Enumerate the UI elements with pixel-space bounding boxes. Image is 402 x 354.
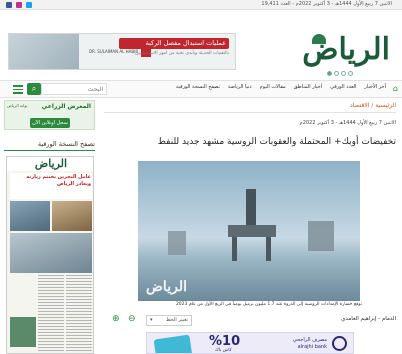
oil-rig-shape: [224, 189, 280, 261]
sidebar-ad[interactable]: بوابة الرياض المعرض الزراعي سجل اونلاين …: [4, 100, 95, 130]
ad-title: عمليات استبدال مفصل الركبة: [119, 38, 229, 49]
nav-item-articles[interactable]: مقالات اليوم: [260, 84, 286, 90]
article-image[interactable]: الرياض: [138, 161, 360, 301]
main-nav: ⌕ ⌂ آخر الأخبار العدد الورقي أخبار المنا…: [0, 80, 402, 98]
instagram-icon[interactable]: [16, 2, 22, 8]
breadcrumb-separator: /: [371, 102, 374, 109]
slider-dot[interactable]: [327, 71, 332, 76]
newspaper-thumbnail[interactable]: الرياض عامل البحرين يختتم زيارته ويغادر …: [6, 156, 94, 354]
breadcrumb-divider: [104, 112, 396, 113]
search-icon: ⌕: [31, 84, 37, 93]
paper-text-column: [66, 275, 92, 351]
logo-text: الرياض: [302, 32, 390, 67]
article-tools: ⊕ ⊖ ▾ تغيير الخط الدمام - إبراهيم الغامد…: [104, 314, 396, 326]
article-date: الاثنين 7 ربيع الأول 1444هـ - 3 أكتوبر 2…: [299, 120, 396, 126]
chevron-down-icon: ▾: [150, 317, 153, 323]
nav-item-latest[interactable]: آخر الأخبار: [364, 84, 386, 90]
nav-item-sports[interactable]: دنيا الرياضة: [228, 84, 252, 90]
nav-item-print-issue[interactable]: العدد الورقي: [330, 84, 356, 90]
slider-dot[interactable]: [341, 71, 346, 76]
breadcrumb: الرئيسية / الاقتصاد: [350, 102, 396, 109]
font-select[interactable]: ▾ تغيير الخط: [146, 315, 192, 326]
bank-ad[interactable]: %10 كاش باك مصرف الراجحي alrajhi bank: [146, 332, 354, 354]
image-caption: توقع خسارة الإمدادات الروسية إلى الذروة …: [175, 302, 362, 307]
article-main: الرئيسية / الاقتصاد الاثنين 7 ربيع الأول…: [104, 100, 396, 354]
paper-photo: [10, 233, 92, 273]
zoom-out-icon[interactable]: ⊖: [128, 314, 136, 324]
paper-photo: [10, 317, 36, 347]
register-button[interactable]: سجل اونلاين الآن: [30, 118, 70, 128]
sidebar-heading: تصفح النسخة الورقية: [37, 140, 95, 148]
sidebar-ad-title: المعرض الزراعي: [41, 103, 91, 110]
paper-text-column: [38, 275, 64, 351]
credit-card-icon: [153, 334, 193, 353]
breadcrumb-section[interactable]: الاقتصاد: [350, 102, 369, 109]
rig-shape: [168, 231, 186, 255]
bank-logo-icon: [332, 336, 347, 351]
top-date: الاثنين 7 ربيع الأول 1444هـ - 3 أكتوبر 2…: [261, 1, 392, 7]
header: DR. SULAIMAN AL HABIB عمليات استبدال مفص…: [0, 10, 402, 70]
slider-dots: [327, 71, 353, 76]
nav-item-browse-paper[interactable]: تصفح النسخة الورقية: [176, 84, 220, 90]
sidebar-divider: [4, 150, 95, 151]
slider-dot[interactable]: [334, 71, 339, 76]
bank-name: مصرف الراجحي alrajhi bank: [293, 337, 327, 351]
ad-subtitle: بالتقنيات الحديثة وبأيدي نخبة من أمهر ال…: [135, 51, 229, 56]
facebook-icon[interactable]: [6, 2, 12, 8]
article-title: تخفيضات أوبك+ المحتملة والعقوبات الروسية…: [157, 137, 396, 147]
paper-headline: عامل البحرين يختتم زيارته ويغادر الرياض: [10, 173, 92, 199]
zoom-in-icon[interactable]: ⊕: [112, 314, 120, 324]
sidebar: بوابة الرياض المعرض الزراعي سجل اونلاين …: [4, 100, 95, 354]
article-author: الدمام - إبراهيم الغامدي: [341, 316, 396, 322]
paper-masthead: الرياض: [7, 157, 93, 171]
header-ad-banner[interactable]: DR. SULAIMAN AL HABIB عمليات استبدال مفص…: [8, 33, 236, 70]
cashback-label: كاش باك: [215, 348, 232, 353]
rig-shape: [308, 221, 334, 251]
nav-items: آخر الأخبار العدد الورقي أخبار المناطق م…: [176, 84, 386, 90]
slider-dot[interactable]: [348, 71, 353, 76]
paper-photo: [52, 201, 92, 231]
nav-item-regions[interactable]: أخبار المناطق: [294, 84, 323, 90]
search-input[interactable]: [41, 83, 107, 95]
top-bar: الاثنين 7 ربيع الأول 1444هـ - 3 أكتوبر 2…: [0, 0, 402, 10]
sidebar-ad-note: بوابة الرياض: [7, 103, 28, 108]
home-icon[interactable]: ⌂: [393, 84, 398, 93]
paper-photo: [10, 201, 50, 231]
bank-name-ar: مصرف الراجحي: [292, 337, 327, 343]
site-logo[interactable]: الرياض: [272, 32, 390, 72]
search-button[interactable]: ⌕: [27, 83, 41, 95]
social-links: [6, 2, 32, 8]
cashback-percent: %10: [209, 334, 241, 349]
hamburger-menu-icon[interactable]: [13, 85, 23, 94]
font-select-label: تغيير الخط: [165, 317, 188, 323]
twitter-icon[interactable]: [26, 2, 32, 8]
breadcrumb-home[interactable]: الرئيسية: [375, 102, 396, 109]
bank-name-en: alrajhi bank: [297, 344, 327, 350]
ad-image: [9, 34, 79, 69]
image-watermark: الرياض: [146, 279, 187, 295]
